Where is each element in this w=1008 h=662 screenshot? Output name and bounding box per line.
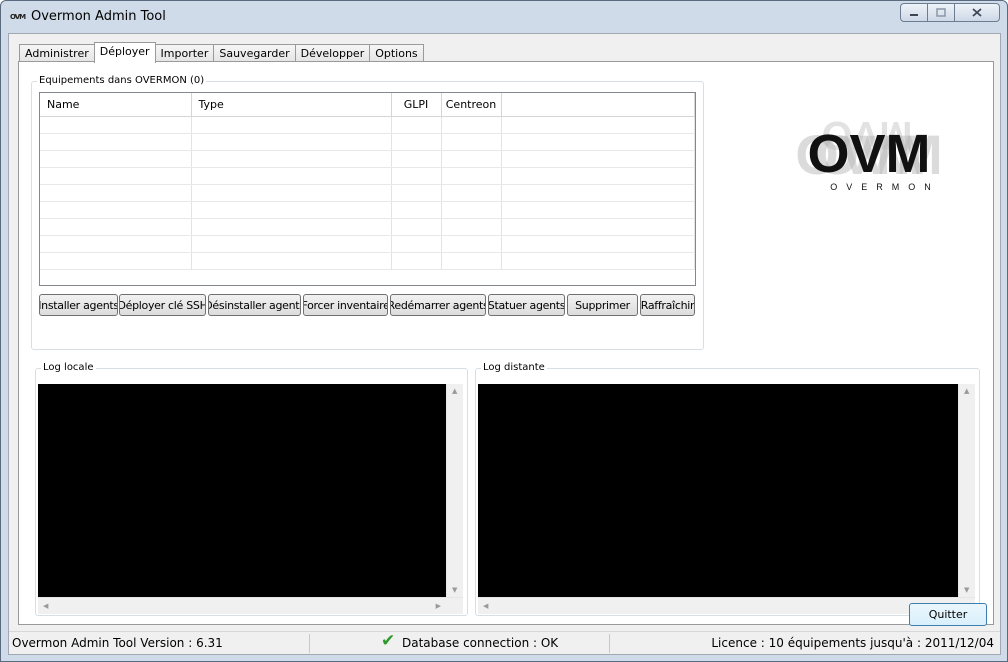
deploy-ssh-key-button[interactable]: Déployer clé SSH bbox=[119, 294, 206, 316]
table-row bbox=[40, 167, 695, 185]
scroll-down-icon[interactable]: ▼ bbox=[452, 586, 457, 594]
table-header-row: Name Type GLPI Centreon bbox=[40, 93, 695, 117]
db-status: Database connection : OK bbox=[402, 636, 559, 650]
local-log-vscrollbar[interactable]: ▲ ▼ bbox=[446, 384, 463, 597]
check-icon: ✔ bbox=[381, 631, 396, 651]
scroll-down-icon[interactable]: ▼ bbox=[964, 586, 969, 594]
scroll-up-icon[interactable]: ▲ bbox=[452, 387, 457, 395]
deploy-tab-panel: Equipements dans OVERMON (0) Name Type G… bbox=[18, 61, 994, 625]
remote-log-console[interactable] bbox=[478, 384, 958, 597]
license-status: Licence : 10 équipements jusqu'à : 2011/… bbox=[711, 636, 994, 650]
remote-log-title: Log distante bbox=[481, 362, 547, 373]
restart-agents-button[interactable]: Redémarrer agents bbox=[390, 294, 486, 316]
local-log-console[interactable] bbox=[38, 384, 446, 597]
equipment-group-title: Equipements dans OVERMON (0) bbox=[37, 75, 207, 86]
status-separator bbox=[309, 634, 310, 653]
refresh-button[interactable]: Raffraîchir bbox=[640, 294, 695, 316]
scroll-right-icon[interactable]: ▶ bbox=[436, 602, 441, 610]
table-row bbox=[40, 133, 695, 151]
table-row bbox=[40, 252, 695, 270]
logo-text: OVM bbox=[807, 124, 930, 184]
column-header-name[interactable]: Name bbox=[40, 93, 192, 117]
close-icon bbox=[972, 8, 982, 17]
scroll-left-icon[interactable]: ◀ bbox=[43, 602, 48, 610]
uninstall-agents-button[interactable]: Désinstaller agents bbox=[208, 294, 301, 316]
window-title: Overmon Admin Tool bbox=[31, 9, 166, 24]
column-header-type[interactable]: Type bbox=[191, 93, 392, 117]
equipment-table[interactable]: Name Type GLPI Centreon bbox=[39, 92, 696, 286]
close-button[interactable] bbox=[955, 3, 1000, 22]
client-area: Administrer Déployer Importer Sauvegarde… bbox=[8, 33, 1001, 655]
minimize-button[interactable] bbox=[900, 3, 928, 22]
version-status: Overmon Admin Tool Version : 6.31 bbox=[12, 636, 223, 650]
delete-button[interactable]: Supprimer bbox=[567, 294, 638, 316]
status-bar: Overmon Admin Tool Version : 6.31 ✔ Data… bbox=[9, 631, 1000, 654]
column-header-centreon[interactable]: Centreon bbox=[441, 93, 502, 117]
table-row bbox=[40, 218, 695, 236]
column-header-filler bbox=[501, 93, 695, 117]
app-icon: OVM bbox=[10, 13, 26, 21]
scroll-up-icon[interactable]: ▲ bbox=[964, 387, 969, 395]
status-separator bbox=[609, 634, 610, 653]
table-row bbox=[40, 201, 695, 219]
caption-buttons bbox=[900, 3, 1000, 23]
app-window: OVM Overmon Admin Tool Administrer Déplo… bbox=[0, 0, 1008, 662]
title-bar[interactable]: OVM Overmon Admin Tool bbox=[1, 1, 1007, 33]
maximize-button[interactable] bbox=[928, 3, 955, 22]
local-log-title: Log locale bbox=[41, 362, 96, 373]
local-log-hscrollbar[interactable]: ◀ ▶ bbox=[38, 597, 463, 614]
table-row bbox=[40, 116, 695, 134]
column-header-glpi[interactable]: GLPI bbox=[391, 93, 442, 117]
table-row bbox=[40, 150, 695, 168]
maximize-icon bbox=[936, 8, 946, 17]
minimize-icon bbox=[910, 13, 918, 16]
overmon-logo: OVM OVM OVM OVM OVERMON bbox=[795, 113, 943, 192]
logo-subtitle: OVERMON bbox=[830, 182, 940, 192]
status-agents-button[interactable]: Statuer agents bbox=[488, 294, 565, 316]
tab-deployer[interactable]: Déployer bbox=[93, 42, 156, 63]
remote-log-hscrollbar[interactable]: ◀ ▶ bbox=[478, 597, 975, 614]
scroll-left-icon[interactable]: ◀ bbox=[483, 602, 488, 610]
table-row bbox=[40, 235, 695, 253]
tab-strip: Administrer Déployer Importer Sauvegarde… bbox=[19, 42, 424, 63]
force-inventory-button[interactable]: Forcer inventaire bbox=[303, 294, 388, 316]
quit-button[interactable]: Quitter bbox=[909, 603, 987, 626]
install-agents-button[interactable]: Installer agents bbox=[39, 294, 118, 316]
remote-log-vscrollbar[interactable]: ▲ ▼ bbox=[958, 384, 975, 597]
table-row bbox=[40, 184, 695, 202]
